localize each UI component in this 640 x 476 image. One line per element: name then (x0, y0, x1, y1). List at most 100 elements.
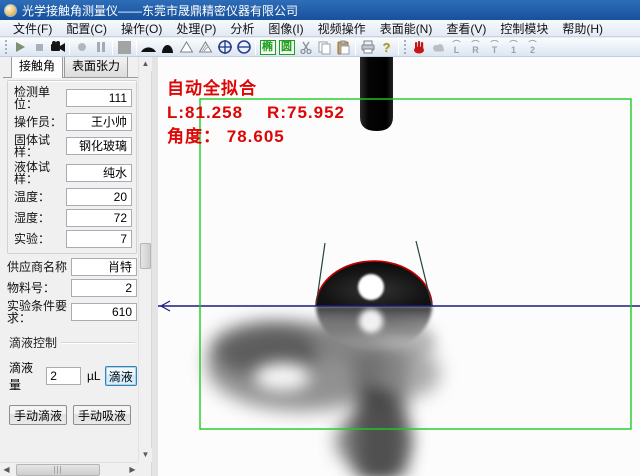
toolbar-grip (403, 40, 407, 54)
sidebar: 接触角 表面张力 检测单位： 111 操作员： 王小帅 固体试样： 钢化玻璃 液… (0, 57, 152, 476)
help-icon[interactable]: ? (377, 39, 396, 56)
field-label: 实验： (14, 233, 66, 245)
sidebar-vertical-scrollbar[interactable]: ▲ ▼ (138, 57, 151, 462)
field-row: 固体试样： 钢化玻璃 (14, 134, 132, 158)
tab-contact-angle[interactable]: 接触角 (11, 57, 63, 78)
toolbar: 椭 圆 ? ⌒L ⌒R ⌒T ⌒1 ⌒2 (0, 38, 640, 57)
video-area: 自动全拟合 L:81.258R:75.952 角度： 78.605 (152, 57, 640, 476)
menu-image[interactable]: 图像(I) (261, 20, 310, 36)
angle-left-icon[interactable]: ⌒L (447, 39, 466, 56)
triangle-hatched-icon[interactable] (196, 39, 215, 56)
toolbar-separator (136, 40, 137, 55)
circle-fit-tool[interactable]: 圆 (277, 39, 296, 56)
field-label: 操作员： (14, 116, 66, 128)
menu-analyze[interactable]: 分析 (223, 20, 261, 36)
angle-top-icon[interactable]: ⌒T (485, 39, 504, 56)
experiment-condition-input[interactable]: 610 (71, 303, 137, 321)
experiment-input[interactable]: 7 (66, 230, 132, 248)
manual-hand-icon[interactable] (409, 39, 428, 56)
cut-icon[interactable] (296, 39, 315, 56)
crosshair-circle-icon[interactable] (215, 39, 234, 56)
play-icon[interactable] (10, 39, 29, 56)
ellipse-fit-tool[interactable]: 椭 (258, 39, 277, 56)
manual-aspirate-button[interactable]: 手动吸液 (73, 405, 131, 425)
drop-volume-label: 滴液量 (9, 359, 43, 393)
menu-operate[interactable]: 操作(O) (114, 20, 169, 36)
sessile-drop-high-icon[interactable] (158, 39, 177, 56)
field-label: 湿度： (14, 212, 66, 224)
menu-control-module[interactable]: 控制模块 (493, 20, 555, 36)
print-icon[interactable] (358, 39, 377, 56)
field-row: 供应商名称 肖特 (7, 258, 137, 276)
menu-config[interactable]: 配置(C) (59, 20, 114, 36)
solid-sample-input[interactable]: 钢化玻璃 (66, 137, 132, 155)
field-row: 温度： 20 (14, 188, 132, 206)
title-bar[interactable]: 光学接触角测量仪——东莞市晟鼎精密仪器有限公司 (0, 0, 640, 20)
liquid-sample-input[interactable]: 纯水 (66, 164, 132, 182)
theta-circle-icon[interactable] (234, 39, 253, 56)
temperature-input[interactable]: 20 (66, 188, 132, 206)
scroll-down-arrow[interactable]: ▼ (139, 448, 152, 462)
angle-label: 角度： (167, 127, 221, 146)
sidebar-horizontal-scrollbar[interactable]: ◀ ||| ▶ (0, 462, 139, 476)
group-divider (61, 342, 135, 343)
supplier-input[interactable]: 肖特 (71, 258, 137, 276)
supplier-section: 供应商名称 肖特 物料号： 2 实验条件要求： 610 (3, 258, 139, 324)
paste-icon[interactable] (334, 39, 353, 56)
field-row: 操作员： 王小帅 (14, 113, 132, 131)
copy-icon[interactable] (315, 39, 334, 56)
field-label: 实验条件要求： (7, 300, 71, 324)
snapshot-icon[interactable] (115, 39, 134, 56)
manual-dispense-button[interactable]: 手动滴液 (9, 405, 67, 425)
camera-canvas[interactable]: 自动全拟合 L:81.258R:75.952 角度： 78.605 (158, 57, 640, 476)
field-row: 检测单位： 111 (14, 86, 132, 110)
field-row: 实验条件要求： 610 (7, 300, 137, 324)
humidity-input[interactable]: 72 (66, 209, 132, 227)
field-label: 物料号： (7, 282, 71, 294)
menu-video-operate[interactable]: 视频操作 (311, 20, 373, 36)
drop-control-label: 滴液控制 (9, 334, 57, 351)
sidebar-tabs: 接触角 表面张力 (3, 57, 139, 78)
scroll-thumb[interactable]: ||| (16, 464, 100, 476)
drop-cloud-icon[interactable] (428, 39, 447, 56)
menu-process[interactable]: 处理(P) (169, 20, 223, 36)
field-row: 实验： 7 (14, 230, 132, 248)
field-label: 检测单位： (14, 86, 66, 110)
record-icon[interactable] (72, 39, 91, 56)
toolbar-separator (398, 40, 399, 55)
pause-icon[interactable] (91, 39, 110, 56)
scroll-thumb[interactable] (140, 243, 151, 269)
angle-1-icon[interactable]: ⌒1 (504, 39, 523, 56)
scroll-up-arrow[interactable]: ▲ (139, 57, 152, 71)
field-row: 湿度： 72 (14, 209, 132, 227)
drop-volume-input[interactable]: 2 (46, 367, 81, 385)
angle-line: 角度： 78.605 (167, 125, 345, 149)
angle-2-icon[interactable]: ⌒2 (523, 39, 542, 56)
stop-icon[interactable] (29, 39, 48, 56)
tab-surface-tension[interactable]: 表面张力 (64, 57, 128, 77)
detect-unit-input[interactable]: 111 (66, 89, 132, 107)
scroll-left-arrow[interactable]: ◀ (0, 463, 13, 476)
operator-input[interactable]: 王小帅 (66, 113, 132, 131)
syringe-needle (360, 57, 393, 131)
fit-mode-label: 自动全拟合 (167, 77, 345, 101)
toolbar-separator (69, 40, 70, 55)
sessile-drop-low-icon[interactable] (139, 39, 158, 56)
menu-surface-energy[interactable]: 表面能(N) (373, 20, 440, 36)
dispense-button[interactable]: 滴液 (105, 366, 137, 386)
field-label: 温度： (14, 191, 66, 203)
angle-right-icon[interactable]: ⌒R (466, 39, 485, 56)
field-label: 固体试样： (14, 134, 66, 158)
camera-icon[interactable] (48, 39, 67, 56)
left-angle-value: L:81.258 (167, 103, 243, 122)
toolbar-separator (112, 40, 113, 55)
fit-result-overlay: 自动全拟合 L:81.258R:75.952 角度： 78.605 (167, 77, 345, 149)
toolbar-separator (355, 40, 356, 55)
triangle-outline-icon[interactable] (177, 39, 196, 56)
menu-view[interactable]: 查看(V) (439, 20, 493, 36)
menu-file[interactable]: 文件(F) (6, 20, 59, 36)
field-label: 液体试样： (14, 161, 66, 185)
material-number-input[interactable]: 2 (71, 279, 137, 297)
menu-help[interactable]: 帮助(H) (555, 20, 610, 36)
toolbar-grip (4, 40, 8, 54)
